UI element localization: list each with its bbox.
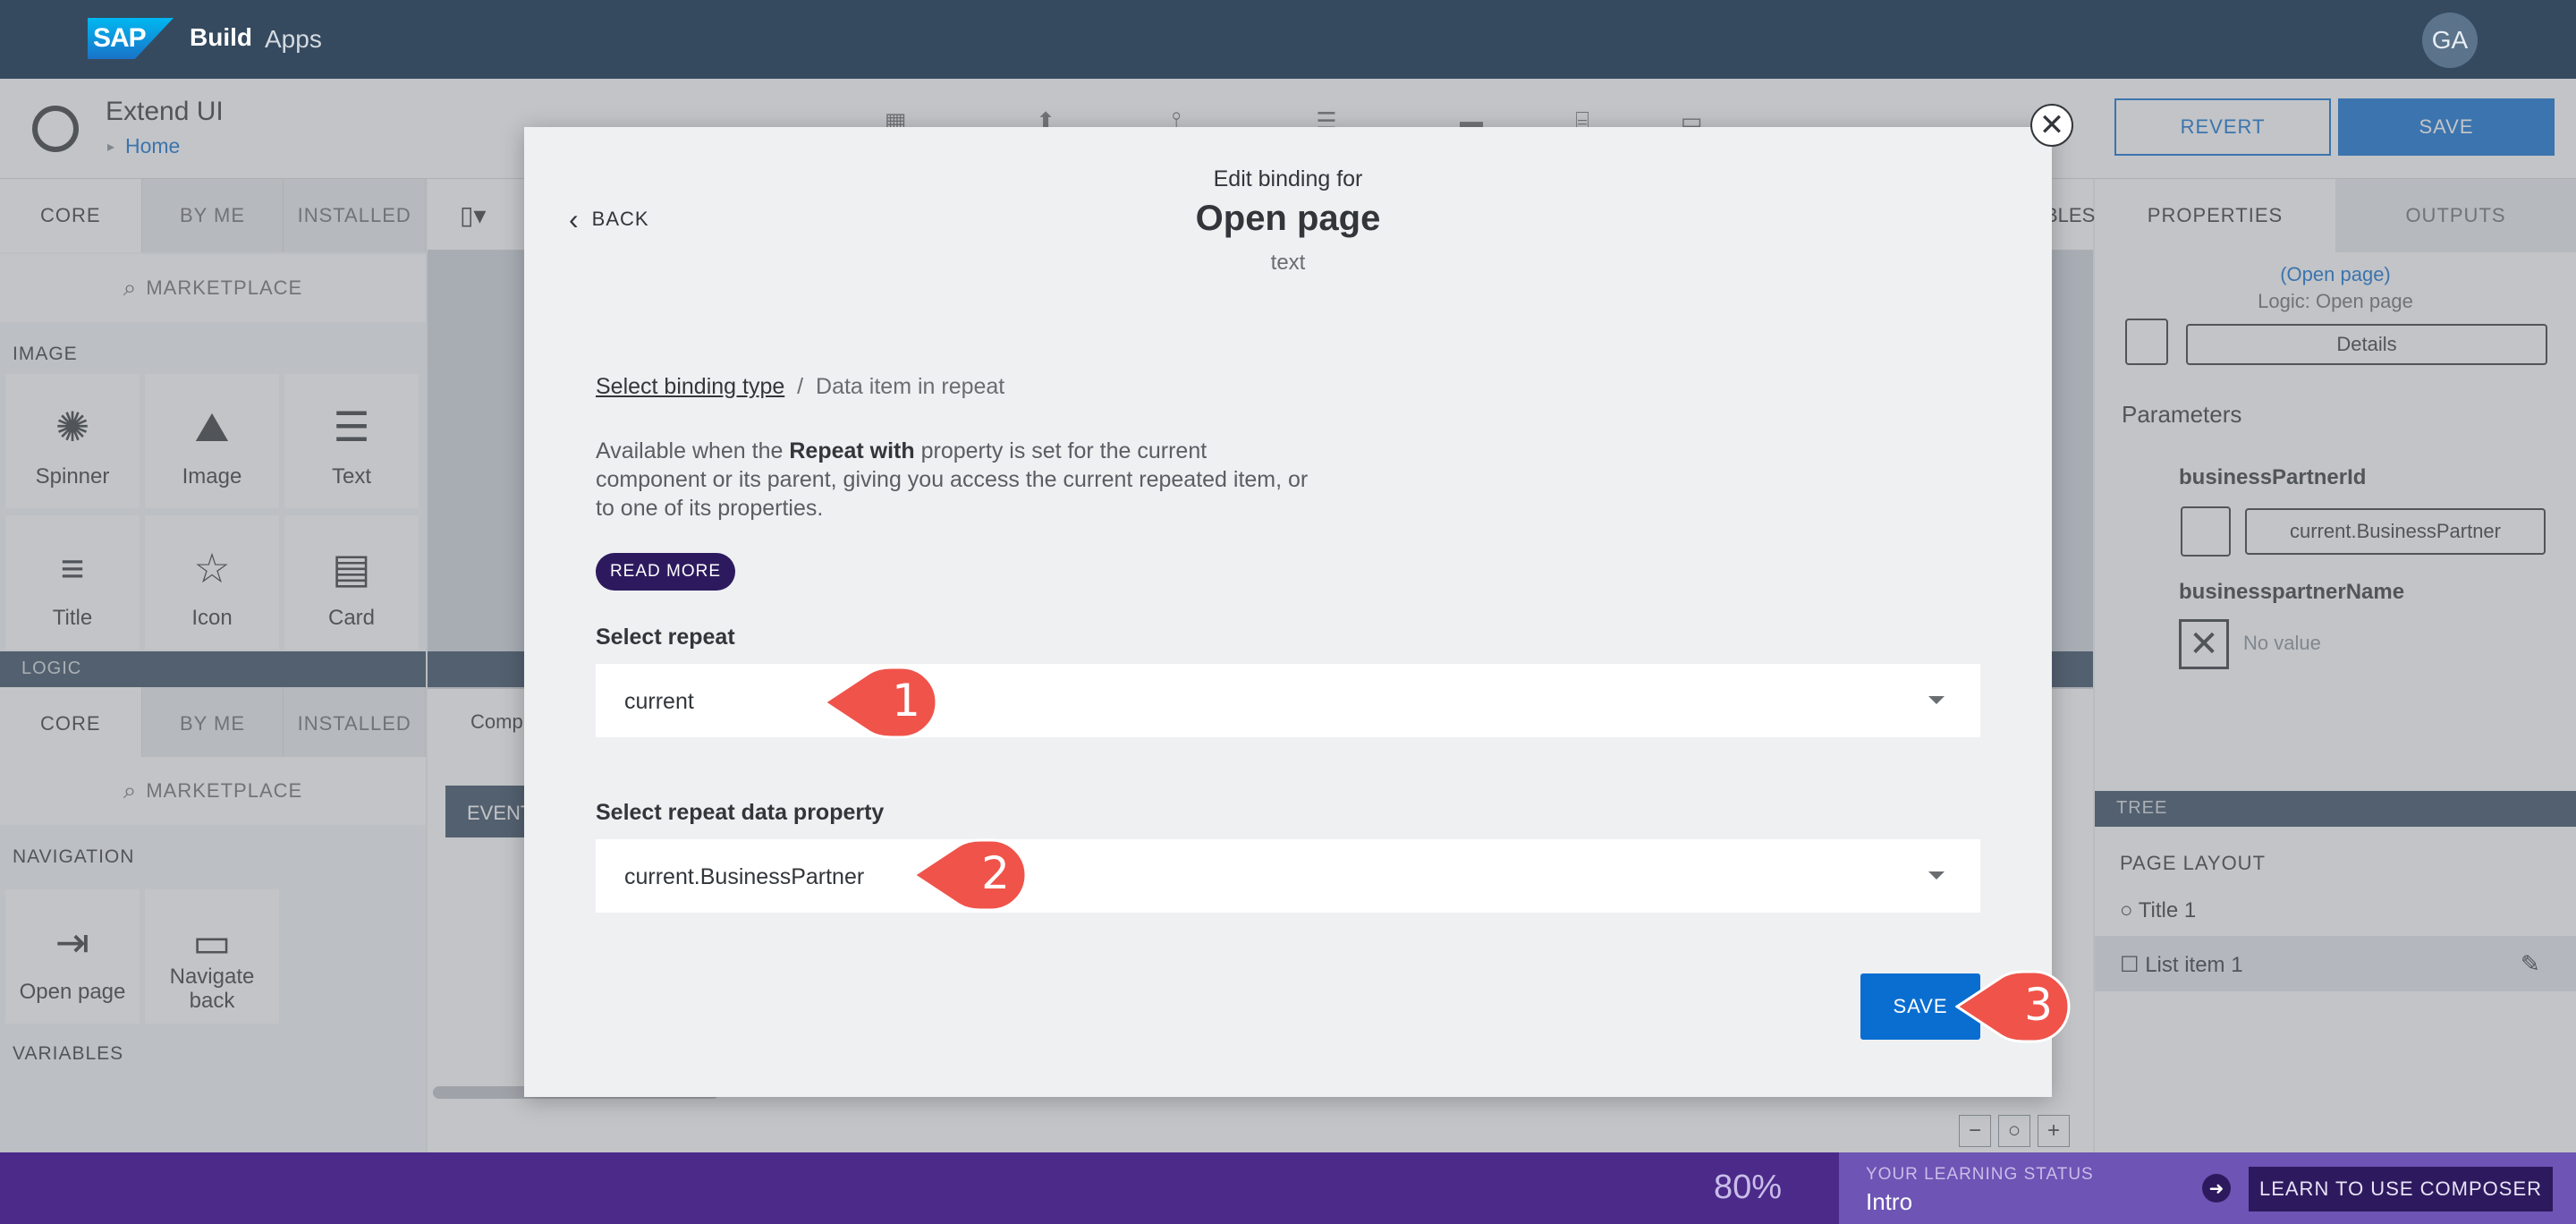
- close-icon: ✕: [2038, 108, 2065, 142]
- learning-percent: 80%: [1714, 1169, 1783, 1206]
- dialog-title: Open page: [1195, 199, 1381, 238]
- shell-bar: SAP Build Apps GA: [0, 0, 2576, 79]
- caret-down-icon: [1928, 696, 1945, 704]
- select-property-value: current.BusinessPartner: [624, 864, 865, 889]
- read-more-button[interactable]: READ MORE: [596, 553, 735, 591]
- close-dialog-button[interactable]: ✕: [2030, 104, 2073, 147]
- sap-logo[interactable]: SAP: [88, 18, 174, 59]
- product-suffix: Apps: [265, 25, 322, 53]
- select-binding-type-link[interactable]: Select binding type: [596, 374, 784, 399]
- select-property-label: Select repeat data property: [596, 800, 885, 825]
- breadcrumb-current: Data item in repeat: [816, 374, 1005, 399]
- breadcrumb-separator: /: [797, 374, 804, 399]
- user-avatar[interactable]: GA: [2422, 13, 2478, 68]
- binding-description: Available when the Repeat with property …: [596, 438, 1309, 521]
- arrow-right-icon[interactable]: ➜: [2202, 1174, 2231, 1203]
- learning-status-value: Intro: [1866, 1188, 1913, 1215]
- binding-value-type: text: [1270, 251, 1306, 275]
- select-repeat-label: Select repeat: [596, 625, 735, 650]
- callout-marker: 2: [912, 837, 1029, 914]
- caret-down-icon: [1928, 871, 1945, 880]
- binding-breadcrumb: Select binding type / Data item in repea…: [596, 374, 1004, 400]
- product-name: Build: [190, 23, 252, 51]
- select-property-dropdown[interactable]: current.BusinessPartner: [596, 839, 1980, 913]
- callout-marker: 3: [1955, 968, 2072, 1045]
- select-repeat-dropdown[interactable]: current: [596, 664, 1980, 737]
- learning-status-label: YOUR LEARNING STATUS: [1866, 1165, 2094, 1184]
- learn-composer-button[interactable]: LEARN TO USE COMPOSER: [2249, 1167, 2553, 1211]
- callout-marker: 1: [823, 664, 939, 741]
- dialog-subtitle: Edit binding for: [1213, 166, 1363, 191]
- select-repeat-value: current: [624, 689, 694, 714]
